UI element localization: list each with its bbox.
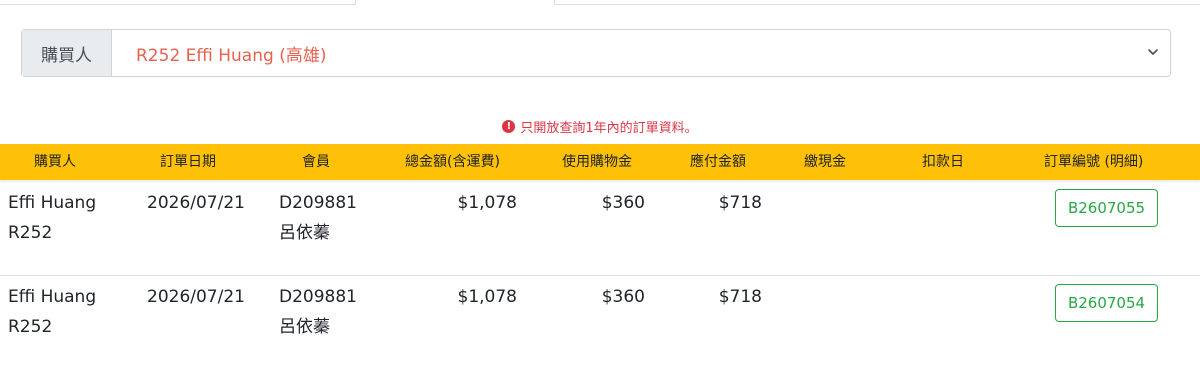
credit-used: $360 [601,193,645,213]
payable-amount: $718 [718,287,762,307]
order-date: 2026/07/21 [147,193,245,213]
tab-inactive[interactable] [0,0,356,4]
member-name: 呂依蓁 [279,317,330,337]
header-credit: 使用購物金 [562,154,632,170]
buyer-name: Effi Huang [8,287,97,307]
credit-used: $360 [601,287,645,307]
header-member: 會員 [302,154,330,170]
exclamation-circle-icon: ! [502,120,516,133]
header-buyer: 購買人 [34,154,76,170]
tab-active[interactable] [356,0,555,5]
order-detail-button[interactable]: B2607055 [1055,189,1158,227]
row-divider [0,275,1200,276]
total-amount: $1,078 [457,193,517,213]
header-total: 總金額(含運費) [405,154,500,170]
payable-amount: $718 [718,193,762,213]
member-name: 呂依蓁 [279,223,330,243]
buyer-select[interactable]: R252 Effi Huang (高雄) [112,30,1170,76]
buyer-select-group: 購買人 R252 Effi Huang (高雄) [21,29,1171,77]
buyer-select-value: R252 Effi Huang (高雄) [136,45,327,66]
table-row: Effi Huang R252 2026/07/21 D209881 呂依蓁 $… [0,184,1200,276]
header-debit-date: 扣款日 [922,154,964,170]
total-amount: $1,078 [457,287,517,307]
buyer-name: Effi Huang [8,193,97,213]
buyer-code: R252 [8,223,53,243]
member-id: D209881 [279,287,357,307]
header-cash: 繳現金 [804,154,846,170]
header-date: 訂單日期 [160,154,216,170]
buyer-label: 購買人 [22,30,112,76]
member-id: D209881 [279,193,357,213]
order-date: 2026/07/21 [147,287,245,307]
tab-bar [0,0,1200,5]
buyer-code: R252 [8,317,53,337]
header-payable: 應付金額 [690,154,746,170]
table-row: Effi Huang R252 2026/07/21 D209881 呂依蓁 $… [0,280,1200,372]
header-order-no: 訂單編號 (明細) [1044,154,1144,170]
table-header: 購買人 訂單日期 會員 總金額(含運費) 使用購物金 應付金額 繳現金 扣款日 … [0,144,1200,180]
chevron-down-icon [1148,49,1158,55]
notice: ! 只開放查詢1年內的訂單資料。 [0,117,1200,136]
notice-text: 只開放查詢1年內的訂單資料。 [520,121,698,136]
order-detail-button[interactable]: B2607054 [1055,284,1158,322]
